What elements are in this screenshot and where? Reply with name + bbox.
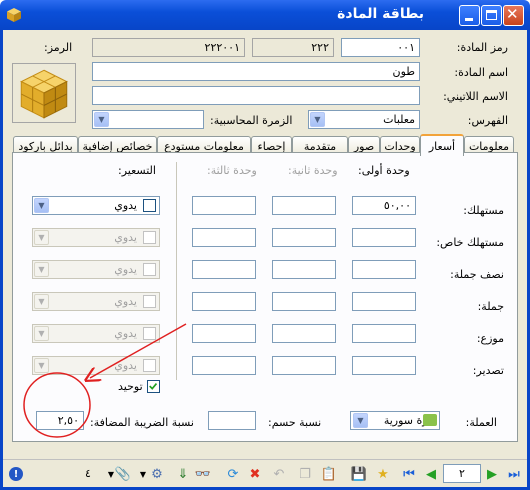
view-icon[interactable]: 👓 [195,466,211,482]
attachment-icon[interactable]: 📎 [115,466,131,482]
next-record-icon[interactable]: ▶ [484,466,500,482]
first-record-icon[interactable]: ⏮ [401,466,417,482]
previous-record-icon[interactable]: ◀ [423,466,439,482]
bottom-toolbar: ! ٤ ▼ 📎 ▼ ⚙ ⇓ 👓 ⟳ ✖ ↶ ❐ 📋 💾 ★ ⏮ ◀ ٢ ▶ ⏭ [3,459,527,487]
record-count: ٤ [85,467,91,480]
tools-icon[interactable]: ⚙ [149,466,165,482]
paste-icon[interactable]: 📋 [321,466,337,482]
annotation-circle [23,372,91,438]
undo-icon[interactable]: ↶ [271,466,287,482]
copy-icon[interactable]: ❐ [297,466,313,482]
save-icon[interactable]: 💾 [351,466,367,482]
sort-icon[interactable]: ⇓ [175,466,191,482]
delete-icon[interactable]: ✖ [247,466,263,482]
annotation-overlay [23,323,187,438]
record-number-input[interactable]: ٢ [443,464,481,483]
last-record-icon[interactable]: ⏭ [506,466,522,482]
info-icon[interactable]: ! [9,467,23,481]
tab-prices[interactable]: أسعار [420,134,464,156]
annotation-arrow [90,323,187,378]
refresh-icon[interactable]: ⟳ [225,466,241,482]
star-icon[interactable]: ★ [375,466,391,482]
